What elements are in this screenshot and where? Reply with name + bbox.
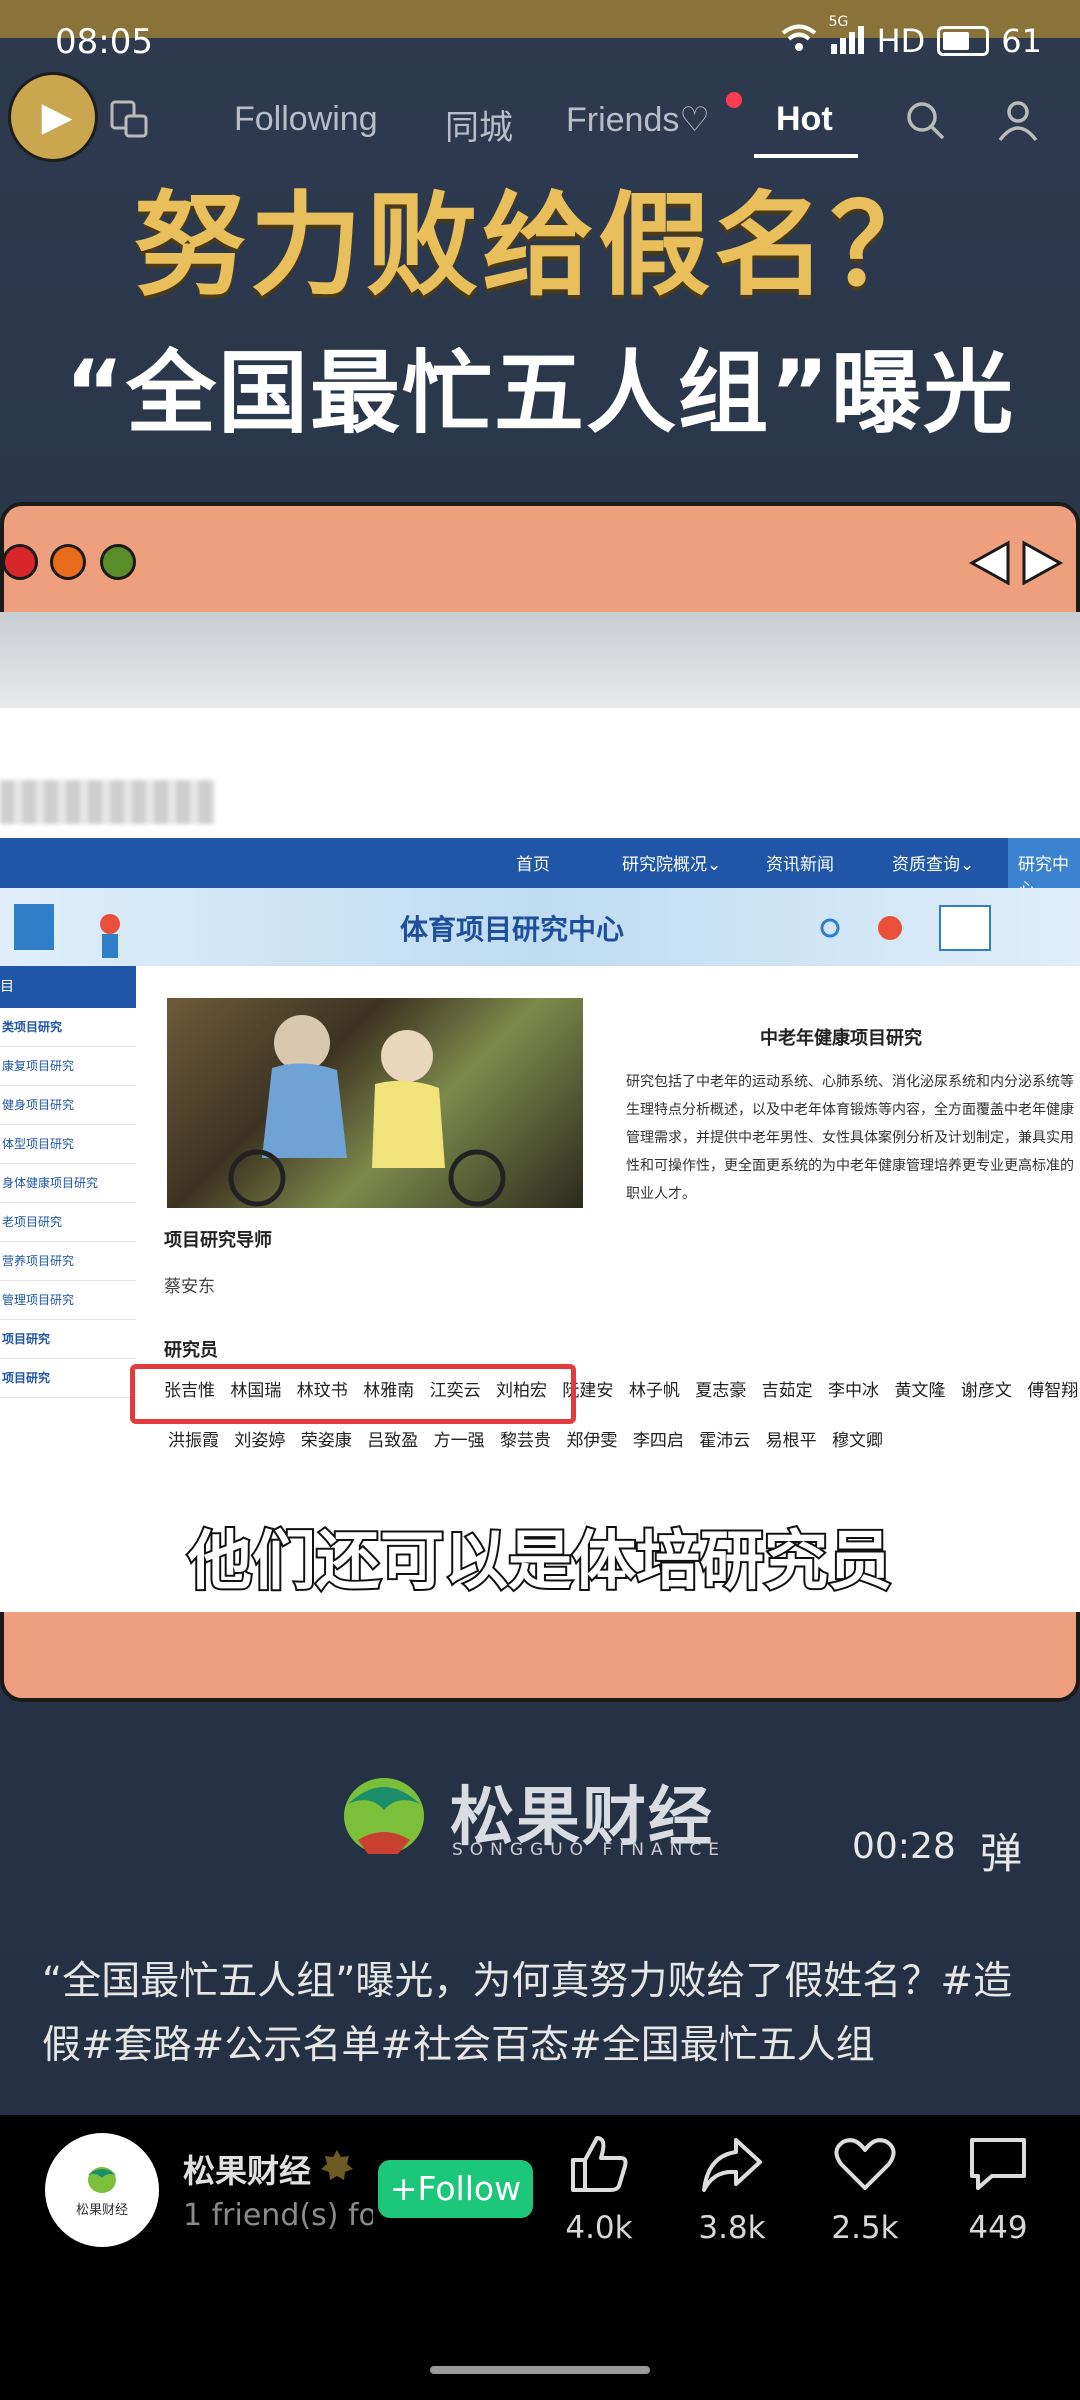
mentor-name: 蔡安东 bbox=[164, 1277, 215, 1297]
favorite-button[interactable]: 2.5k bbox=[810, 2132, 920, 2246]
window-close-dot bbox=[2, 544, 38, 580]
tab-following[interactable]: Following bbox=[234, 100, 378, 139]
banner-calendar-icon bbox=[820, 905, 991, 951]
favorite-count: 2.5k bbox=[831, 2210, 899, 2246]
status-bar: 08:05 5G HD 61 bbox=[0, 0, 1080, 90]
blurred-site-logo bbox=[0, 780, 215, 824]
share-button[interactable]: 3.8k bbox=[677, 2132, 787, 2246]
follow-button[interactable]: +Follow bbox=[378, 2160, 533, 2218]
banner-illustration-icon bbox=[14, 904, 120, 958]
webpage-nav-item: 资质查询⌄ bbox=[892, 855, 975, 875]
author-avatar[interactable]: 松果财经 bbox=[45, 2133, 159, 2247]
songguo-logo-icon bbox=[344, 1778, 424, 1854]
highlight-box bbox=[130, 1364, 576, 1424]
webpage-top-band bbox=[0, 612, 1080, 708]
verified-badge-icon bbox=[320, 2148, 354, 2186]
author-name[interactable]: 松果财经 bbox=[183, 2146, 311, 2192]
home-indicator[interactable] bbox=[430, 2366, 650, 2374]
tab-friends[interactable]: Friends♡ bbox=[566, 100, 710, 140]
battery-level: 61 bbox=[1001, 22, 1042, 60]
tab-local[interactable]: 同城 bbox=[445, 100, 513, 149]
battery-icon bbox=[937, 26, 990, 56]
avatar-text: 松果财经 bbox=[75, 2203, 128, 2218]
article-body: 研究包括了中老年的运动系统、心肺系统、消化泌尿系统和内分泌系统等生理特点分析概述… bbox=[626, 1074, 1074, 1202]
banner-title: 体育项目研究中心 bbox=[400, 913, 625, 946]
webpage-nav-item: 研究院概况⌄ bbox=[622, 855, 722, 875]
avatar-logo-icon bbox=[88, 2167, 116, 2193]
like-count: 4.0k bbox=[565, 2210, 633, 2246]
search-icon[interactable] bbox=[903, 98, 947, 142]
elderly-couple-photo bbox=[167, 998, 583, 1208]
left-menu-item: 身体健康项目研究 bbox=[0, 1164, 136, 1203]
share-arrow-icon bbox=[702, 2138, 762, 2192]
mentor-label: 项目研究导师 bbox=[164, 1230, 272, 1251]
window-minimize-dot bbox=[50, 544, 86, 580]
webpage-nav-item: 首页 bbox=[516, 855, 550, 875]
heart-icon bbox=[834, 2138, 896, 2190]
tab-hot[interactable]: Hot bbox=[776, 100, 833, 139]
webpage-screenshot: 首页 研究院概况⌄ 资讯新闻 资质查询⌄ 研究中心 体育项目研究中心 目 类项目… bbox=[0, 612, 1080, 1612]
left-menu-item: 康复项目研究 bbox=[0, 1047, 136, 1086]
play-icon: ▶ bbox=[41, 94, 73, 140]
signal-icon: 5G bbox=[829, 14, 865, 58]
like-button[interactable]: 4.0k bbox=[544, 2132, 654, 2246]
hd-indicator: HD bbox=[876, 22, 926, 60]
left-menu-item: 健身项目研究 bbox=[0, 1086, 136, 1125]
video-subheadline: “全国最忙五人组”曝光 bbox=[64, 341, 1016, 446]
floating-play-button[interactable]: ▶ bbox=[8, 72, 98, 162]
thumbs-up-icon bbox=[571, 2136, 628, 2192]
video-caption[interactable]: “全国最忙五人组”曝光，为何真努力败给了假姓名？#造假#套路#公示名单#社会百态… bbox=[42, 1950, 1042, 2078]
left-menu-item: 项目研究 bbox=[0, 1320, 136, 1359]
webpage-nav-active: 研究中心 bbox=[1008, 838, 1080, 900]
left-menu-item: 营养项目研究 bbox=[0, 1242, 136, 1281]
webpage-banner: 体育项目研究中心 bbox=[0, 888, 1080, 966]
left-menu-item: 类项目研究 bbox=[0, 1008, 136, 1047]
article-title: 中老年健康项目研究 bbox=[760, 1028, 922, 1049]
multi-window-icon[interactable] bbox=[110, 100, 150, 140]
window-nav-arrows-icon bbox=[968, 540, 1064, 586]
brand-subtitle: SONGGUO FINANCE bbox=[452, 1840, 726, 1860]
share-count: 3.8k bbox=[698, 2210, 766, 2246]
window-maximize-dot bbox=[100, 544, 136, 580]
left-menu-item: 体型项目研究 bbox=[0, 1125, 136, 1164]
comment-count: 449 bbox=[968, 2210, 1028, 2246]
profile-icon[interactable] bbox=[996, 98, 1040, 142]
video-headline: 努力败给假名？ bbox=[134, 181, 946, 311]
couple-illustration-icon bbox=[228, 1015, 506, 1207]
researchers-row: 洪振霞 刘姿婷 荣姿康 吕致盈 方一强 黎芸贵 郑伊雯 李四启 霍沛云 易根平 … bbox=[168, 1431, 884, 1451]
webpage-nav: 首页 研究院概况⌄ 资讯新闻 资质查询⌄ 研究中心 bbox=[0, 838, 1080, 900]
left-menu-header: 目 bbox=[0, 966, 136, 1008]
playback-time: 00:28 bbox=[852, 1826, 956, 1867]
danmu-toggle[interactable]: 弹 bbox=[980, 1820, 1022, 1881]
comment-button[interactable]: 449 bbox=[943, 2132, 1053, 2246]
wifi-icon bbox=[781, 22, 817, 60]
researchers-label: 研究员 bbox=[164, 1340, 218, 1361]
webpage-nav-item: 资讯新闻 bbox=[766, 855, 834, 875]
comment-bubble-icon bbox=[970, 2138, 1026, 2190]
author-subline: 1 friend(s) fo bbox=[183, 2198, 373, 2233]
video-subtitle: 他们还可以是体培研究员 bbox=[186, 1523, 894, 1601]
status-time: 08:05 bbox=[55, 22, 153, 62]
left-menu-item: 老项目研究 bbox=[0, 1203, 136, 1242]
webpage-left-menu: 目 类项目研究 康复项目研究 健身项目研究 体型项目研究 身体健康项目研究 老项… bbox=[0, 966, 136, 1466]
status-indicators: 5G HD 61 bbox=[781, 14, 1042, 60]
notification-dot bbox=[726, 92, 742, 108]
left-menu-item: 项目研究 bbox=[0, 1359, 136, 1398]
left-menu-item: 管理项目研究 bbox=[0, 1281, 136, 1320]
